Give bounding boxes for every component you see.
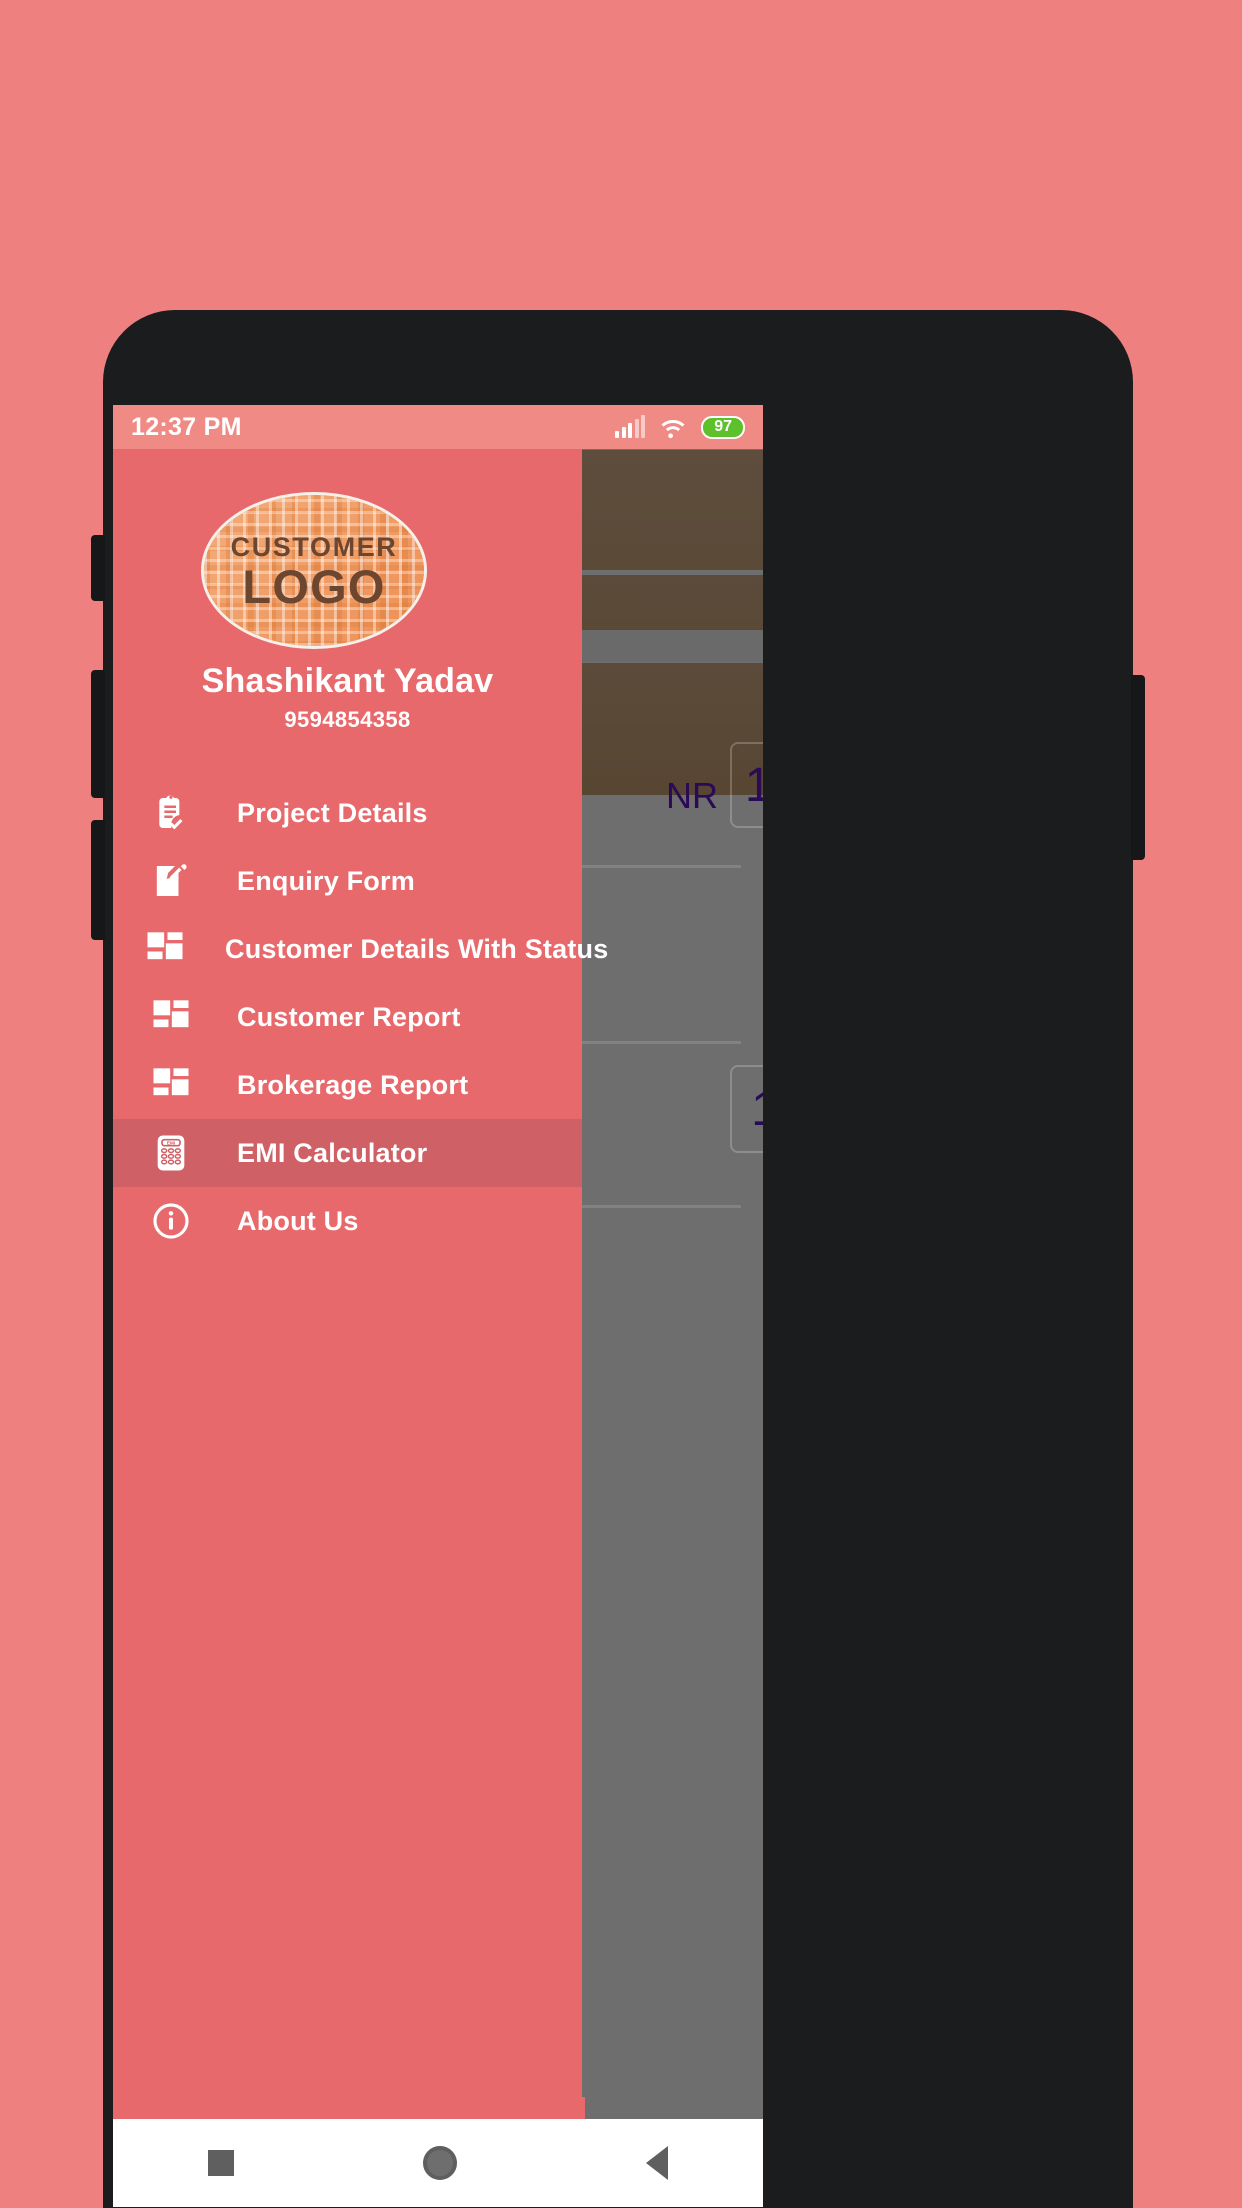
drawer-menu-list: Project Details Enquiry Form Customer De…	[113, 779, 608, 1255]
triangle-back-icon[interactable]	[646, 2146, 669, 2180]
drawer-menu-item-enquiry-form[interactable]: Enquiry Form	[113, 847, 582, 915]
status-bar: 12:37 PM 97	[113, 405, 763, 449]
dashboard-grid-icon	[145, 1065, 197, 1105]
battery-indicator: 97	[701, 415, 745, 439]
drawer-menu-item-brokerage-report[interactable]: Brokerage Report	[113, 1051, 582, 1119]
square-recents-icon[interactable]	[207, 2150, 234, 2176]
wifi-icon	[661, 419, 685, 438]
drawer-menu-item-project-details[interactable]: Project Details	[113, 779, 582, 847]
drawer-menu-item-about-us[interactable]: About Us	[113, 1187, 582, 1255]
mute-switch-button[interactable]	[91, 535, 105, 601]
signal-bars-icon	[615, 415, 646, 438]
loan-amount-unit-label: NR	[666, 775, 718, 816]
info-circle-icon	[145, 1201, 197, 1241]
circle-home-icon[interactable]	[422, 2146, 457, 2180]
user-phone: 9594854358	[284, 707, 411, 732]
power-button[interactable]	[1131, 675, 1145, 860]
user-name: Shashikant Yadav	[201, 662, 494, 700]
svg-text:EMI: EMI	[167, 1141, 176, 1147]
phone-screen: NR 100000 10 % 10 Years CUSTOMER LOGO Sh…	[113, 405, 763, 2207]
volume-down-button[interactable]	[91, 820, 105, 940]
drawer-menu-item-label: Customer Details With Status	[225, 933, 609, 964]
drawer-menu-item-emi-calculator[interactable]: EMI EMI Calculator	[113, 1119, 582, 1187]
dashboard-grid-icon	[145, 997, 197, 1037]
logo-line-1: CUSTOMER	[230, 531, 398, 562]
status-clock: 12:37 PM	[131, 412, 242, 441]
drawer-menu-item-label: Brokerage Report	[237, 1069, 469, 1100]
calculator-emi-icon: EMI	[145, 1133, 197, 1173]
scrim-bottom-fill	[585, 2097, 763, 2119]
navigation-drawer: CUSTOMER LOGO Shashikant Yadav 959485435…	[113, 449, 608, 2163]
drawer-menu-item-customer-details-with-status[interactable]: Customer Details With Status	[113, 915, 608, 983]
screenshot-stage: NR 100000 10 % 10 Years CUSTOMER LOGO Sh…	[0, 0, 1242, 2208]
clipboard-check-icon	[145, 793, 197, 833]
drawer-menu-item-label: Customer Report	[237, 1001, 461, 1032]
drawer-menu-item-label: Enquiry Form	[237, 865, 415, 896]
drawer-bottom-fill	[113, 2097, 585, 2119]
document-edit-icon	[145, 861, 197, 901]
drawer-menu-item-customer-report[interactable]: Customer Report	[113, 983, 582, 1051]
system-navigation-bar	[113, 2119, 763, 2207]
customer-logo-image: CUSTOMER LOGO	[201, 492, 427, 649]
volume-up-button[interactable]	[91, 670, 105, 798]
tenure-input[interactable]: 10	[730, 1065, 763, 1153]
logo-line-2: LOGO	[242, 559, 386, 613]
dashboard-grid-icon	[145, 929, 185, 969]
drawer-menu-item-label: EMI Calculator	[237, 1137, 428, 1168]
drawer-menu-item-label: Project Details	[237, 797, 428, 828]
drawer-menu-item-label: About Us	[237, 1205, 359, 1236]
status-indicators: 97	[615, 415, 745, 439]
loan-amount-input[interactable]: 100000	[730, 742, 763, 828]
